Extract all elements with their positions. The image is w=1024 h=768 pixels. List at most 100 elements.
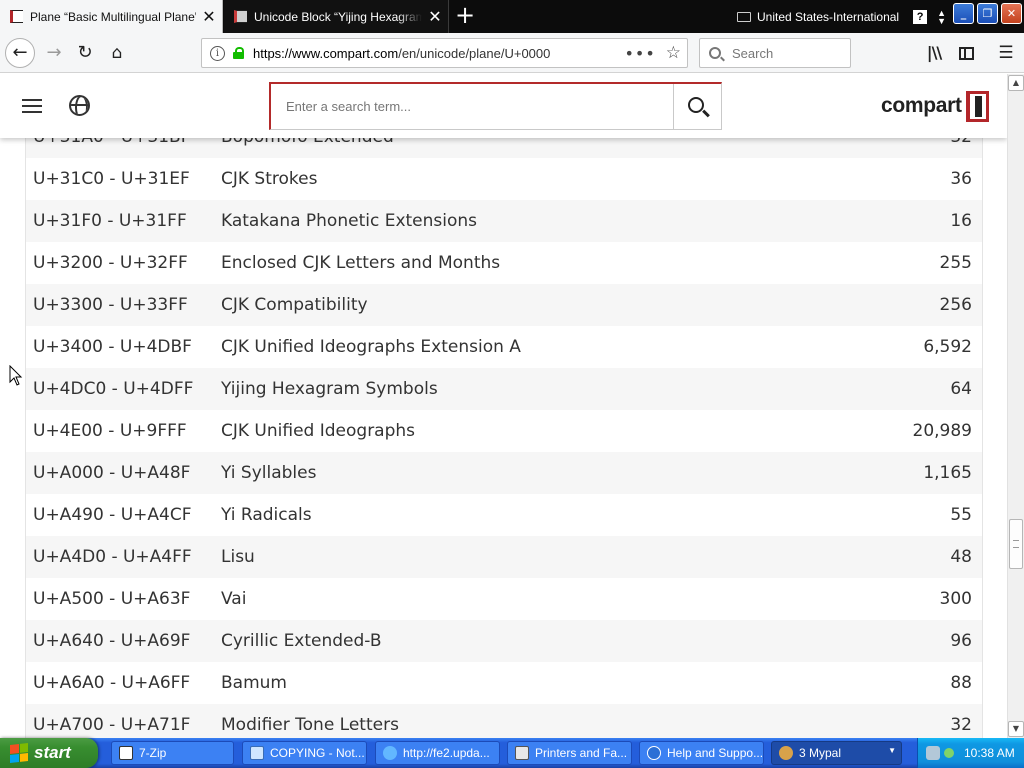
taskbar-item-label: COPYING - Not...: [270, 746, 365, 760]
site-search-placeholder: Enter a search term...: [286, 99, 411, 114]
scrollbar-thumb[interactable]: [1009, 519, 1023, 569]
block-count: 96: [950, 631, 972, 651]
home-button[interactable]: ⌂: [103, 40, 131, 66]
minimize-button[interactable]: _: [953, 3, 974, 24]
block-name: Katakana Phonetic Extensions: [221, 211, 478, 231]
table-row[interactable]: U+A700 - U+A71F Modifier Tone Letters 32: [26, 704, 982, 738]
scroll-down-arrow-icon[interactable]: ▼: [1008, 721, 1024, 737]
unicode-blocks-table: U+31A0 - U+31BF Bopomofo Extended 32 U+3…: [25, 74, 983, 738]
table-row[interactable]: U+A640 - U+A69F Cyrillic Extended-B 96: [26, 620, 982, 662]
site-search-button[interactable]: [673, 84, 721, 129]
block-count: 88: [950, 673, 972, 693]
network-icon[interactable]: [926, 746, 940, 760]
block-name: CJK Compatibility: [221, 295, 368, 315]
lock-icon[interactable]: [233, 47, 244, 59]
language-globe-icon[interactable]: [69, 95, 90, 116]
block-name: CJK Unified Ideographs: [221, 421, 416, 441]
table-row[interactable]: U+4DC0 - U+4DFF Yijing Hexagram Symbols …: [26, 368, 982, 410]
sidebar-toggle-icon[interactable]: [954, 41, 978, 65]
start-button[interactable]: start: [0, 738, 98, 768]
taskbar-item-label: Printers and Fa...: [535, 746, 628, 760]
taskbar-item-mypal[interactable]: 3 Mypal ▼: [771, 741, 902, 765]
site-menu-icon[interactable]: [22, 99, 42, 113]
taskbar-item-label: 7-Zip: [139, 746, 167, 760]
reload-button[interactable]: ↻: [71, 40, 99, 66]
block-range: U+A6A0 - U+A6FF: [33, 673, 191, 693]
close-tab-icon[interactable]: ✕: [196, 8, 222, 25]
table-row[interactable]: U+A4D0 - U+A4FF Lisu 48: [26, 536, 982, 578]
url-bar[interactable]: i https://www.compart.com/en/unicode/pla…: [201, 38, 688, 68]
taskbar-item-label: http://fe2.upda...: [403, 746, 490, 760]
block-count: 55: [950, 505, 972, 525]
block-range: U+A700 - U+A71F: [33, 715, 191, 735]
page-actions-icon[interactable]: •••: [624, 44, 655, 63]
taskbar-item-help[interactable]: Help and Suppo...: [639, 741, 764, 765]
language-bar-options-icon[interactable]: ▲ ▼: [937, 8, 946, 25]
taskbar-item-label: Help and Suppo...: [667, 746, 764, 760]
taskbar-item-notepad[interactable]: COPYING - Not...: [242, 741, 367, 765]
language-bar[interactable]: United States-International ? ▲ ▼: [737, 0, 946, 33]
table-row[interactable]: U+3300 - U+33FF CJK Compatibility 256: [26, 284, 982, 326]
table-row[interactable]: U+4E00 - U+9FFF CJK Unified Ideographs 2…: [26, 410, 982, 452]
block-count: 32: [950, 715, 972, 735]
search-icon: [688, 97, 704, 113]
table-row[interactable]: U+31F0 - U+31FF Katakana Phonetic Extens…: [26, 200, 982, 242]
block-name: Lisu: [221, 547, 255, 567]
block-count: 20,989: [912, 421, 972, 441]
7zip-icon: [119, 746, 133, 760]
taskbar-item-label: 3 Mypal: [799, 746, 842, 760]
block-name: CJK Unified Ideographs Extension A: [221, 337, 521, 357]
menu-icon[interactable]: ☰: [994, 41, 1018, 65]
taskbar-item-7zip[interactable]: 7-Zip: [111, 741, 234, 765]
table-row[interactable]: U+3400 - U+4DBF CJK Unified Ideographs E…: [26, 326, 982, 368]
status-icon[interactable]: [944, 748, 954, 758]
block-count: 36: [950, 169, 972, 189]
new-tab-button[interactable]: +: [452, 3, 478, 28]
tab-title: Plane “Basic Multilingual Plane”: [30, 9, 196, 24]
taskbar-item-ie[interactable]: http://fe2.upda...: [375, 741, 500, 765]
search-icon: [709, 47, 721, 59]
maximize-button[interactable]: ❐: [977, 3, 998, 24]
url-text[interactable]: https://www.compart.com/en/unicode/plane…: [253, 46, 624, 61]
forward-button[interactable]: →: [40, 40, 68, 66]
back-button[interactable]: ←: [5, 38, 35, 68]
site-search-input[interactable]: Enter a search term...: [271, 84, 673, 129]
bookmark-star-icon[interactable]: ☆: [666, 43, 681, 63]
table-row[interactable]: U+31C0 - U+31EF CJK Strokes 36: [26, 158, 982, 200]
table-row[interactable]: U+A490 - U+A4CF Yi Radicals 55: [26, 494, 982, 536]
block-name: Yi Syllables: [221, 463, 317, 483]
clock[interactable]: 10:38 AM: [964, 746, 1015, 760]
compart-favicon-icon: [234, 10, 247, 23]
group-dropdown-icon[interactable]: ▼: [888, 746, 896, 755]
help-icon[interactable]: ?: [913, 9, 928, 24]
printer-icon: [515, 746, 529, 760]
table-row[interactable]: U+3200 - U+32FF Enclosed CJK Letters and…: [26, 242, 982, 284]
library-icon[interactable]: |\\: [922, 41, 946, 65]
help-icon: [647, 746, 661, 760]
close-window-button[interactable]: ✕: [1001, 3, 1022, 24]
block-name: Vai: [221, 589, 247, 609]
tab-basic-multilingual-plane[interactable]: Plane “Basic Multilingual Plane” ✕: [0, 0, 223, 33]
browser-search-input[interactable]: Search: [699, 38, 851, 68]
url-host: https://www.compart.com: [253, 45, 399, 61]
block-count: 48: [950, 547, 972, 567]
tab-yijing-hexagram[interactable]: Unicode Block “Yijing Hexagram Sy ✕: [224, 0, 449, 33]
taskbar: start 7-Zip COPYING - Not... http://fe2.…: [0, 738, 1024, 768]
block-range: U+A4D0 - U+A4FF: [33, 547, 192, 567]
page-scrollbar[interactable]: ▲ ▼: [1007, 74, 1024, 738]
block-count: 300: [939, 589, 972, 609]
taskbar-item-printers[interactable]: Printers and Fa...: [507, 741, 632, 765]
logo-wordmark: compart: [881, 94, 962, 117]
table-row[interactable]: U+A6A0 - U+A6FF Bamum 88: [26, 662, 982, 704]
block-range: U+A490 - U+A4CF: [33, 505, 192, 525]
start-label: start: [34, 743, 71, 762]
table-row[interactable]: U+A500 - U+A63F Vai 300: [26, 578, 982, 620]
table-row[interactable]: U+A000 - U+A48F Yi Syllables 1,165: [26, 452, 982, 494]
input-language-label: United States-International: [757, 9, 900, 24]
close-tab-icon[interactable]: ✕: [422, 8, 448, 25]
compart-logo[interactable]: compart: [881, 90, 989, 122]
notepad-icon: [250, 746, 264, 760]
site-info-icon[interactable]: i: [210, 45, 225, 61]
block-name: Yi Radicals: [221, 505, 312, 525]
scroll-up-arrow-icon[interactable]: ▲: [1008, 75, 1024, 91]
